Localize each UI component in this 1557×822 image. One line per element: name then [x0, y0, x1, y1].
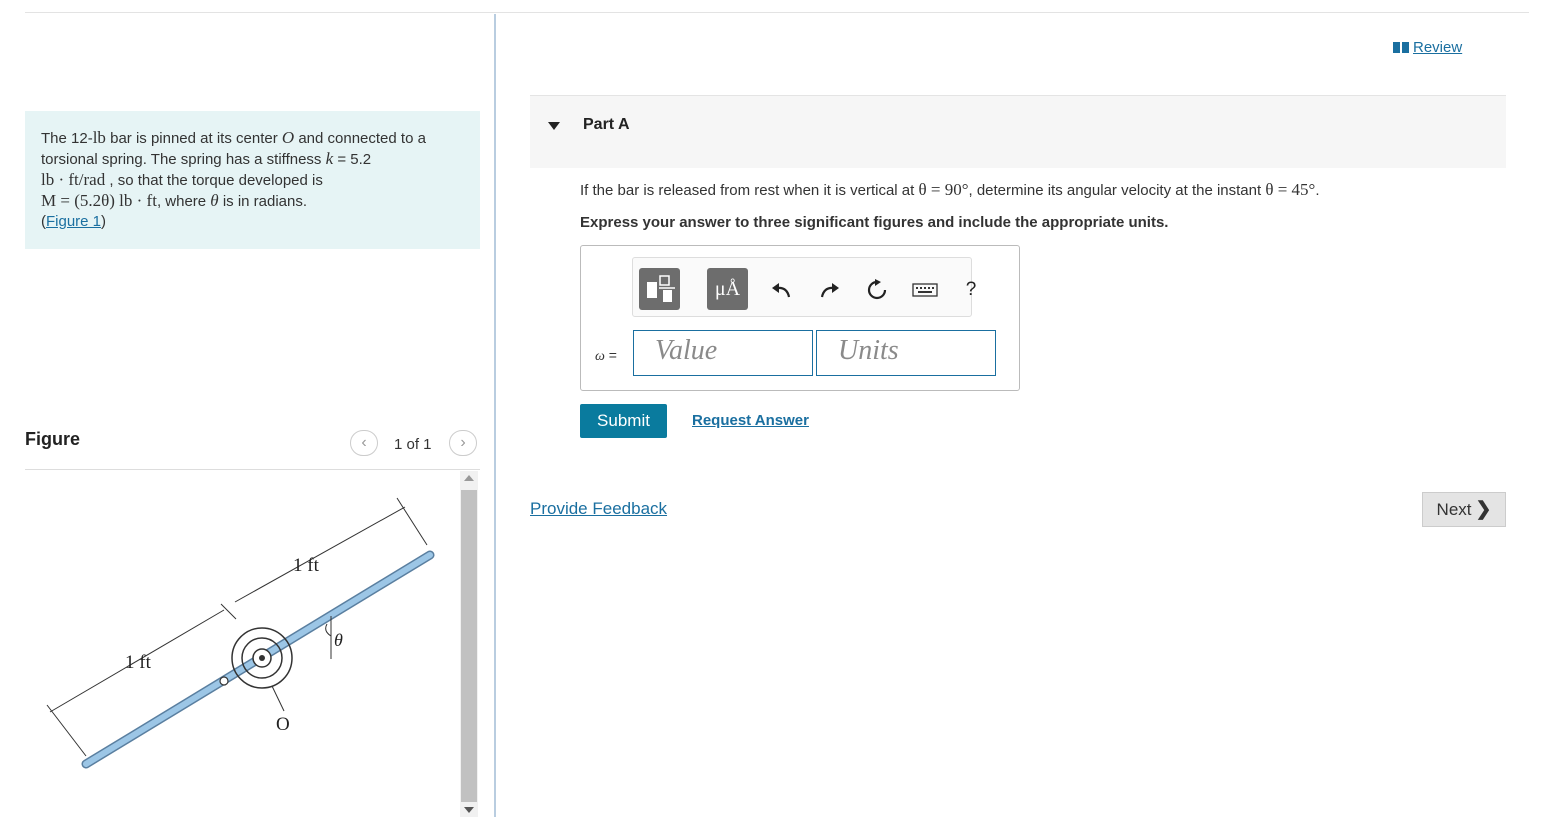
figure-separator [25, 469, 480, 470]
keyboard-button[interactable] [911, 278, 939, 302]
undo-icon [772, 283, 791, 298]
text: torsional spring. The spring has a stiff… [41, 151, 326, 168]
math: lb [92, 128, 106, 147]
text: ) [101, 213, 107, 230]
math: lb · ft/rad [41, 170, 106, 189]
chevron-right-icon: › [460, 434, 466, 451]
problem-statement: The 12-lb bar is pinned at its center O … [25, 111, 480, 249]
math: O [281, 128, 295, 147]
help-icon: ? [965, 279, 977, 300]
value-input[interactable]: Value [633, 330, 813, 376]
figure-image: 1 ft 1 ft O θ [25, 471, 460, 817]
figure-prev-button[interactable]: ‹ [350, 430, 378, 456]
submit-button[interactable]: Submit [580, 404, 667, 438]
collapse-triangle-icon[interactable] [548, 122, 560, 130]
question-text: If the bar is released from rest when it… [580, 180, 1320, 200]
request-answer-link[interactable]: Request Answer [692, 412, 809, 429]
book-icon [1393, 42, 1409, 53]
pane-divider[interactable] [494, 14, 496, 817]
units-icon: μÅ [714, 277, 741, 300]
redo-button[interactable] [818, 278, 842, 302]
text: . [1315, 182, 1320, 199]
leader-line [271, 685, 285, 712]
problem-line-4: M = (5.2θ) lb · ft, where θ is in radian… [41, 191, 464, 212]
angle-arc [325, 623, 332, 637]
problem-line-2: torsional spring. The spring has a stiff… [41, 149, 464, 170]
keyboard-icon [912, 283, 938, 297]
text: If the bar is released from rest when it… [580, 182, 919, 199]
text: = 5.2 [333, 151, 372, 168]
problem-line-1: The 12-lb bar is pinned at its center O … [41, 128, 464, 149]
omega-label: ω = [595, 347, 617, 365]
text: , determine its angular velocity at the … [968, 182, 1266, 199]
math: θ [210, 191, 219, 210]
angle-label: θ [334, 630, 343, 650]
text: and connected to a [294, 130, 426, 147]
part-title: Part A [583, 116, 630, 133]
scroll-thumb[interactable] [461, 490, 477, 802]
provide-feedback-link[interactable]: Provide Feedback [530, 499, 667, 519]
answer-box: μÅ ? ω = Value Units [580, 245, 1020, 391]
bar-spring-diagram: 1 ft 1 ft O θ [46, 497, 435, 769]
figure-pager-count: 1 of 1 [394, 436, 432, 453]
extension-line [396, 497, 428, 546]
top-rule [25, 12, 1529, 13]
part-a-header[interactable]: Part A [530, 95, 1506, 168]
figure-link[interactable]: Figure 1 [46, 213, 101, 230]
math: θ = 90° [918, 180, 969, 199]
dimension-label-upper: 1 ft [293, 555, 320, 576]
instruction-text: Express your answer to three significant… [580, 214, 1169, 231]
text: is in radians. [218, 193, 308, 210]
spring-anchor [219, 676, 229, 686]
units-button[interactable]: μÅ [707, 268, 748, 310]
math: M = (5.2θ) lb · ft [41, 191, 157, 210]
math-toolbar: μÅ ? [632, 257, 976, 317]
pin-center [259, 655, 265, 661]
text: , where [156, 193, 211, 210]
review-label: Review [1413, 39, 1463, 56]
units-input[interactable]: Units [816, 330, 996, 376]
help-button[interactable]: ? [959, 278, 983, 302]
undo-button[interactable] [769, 278, 793, 302]
templates-icon [647, 275, 675, 302]
problem-line-3: lb · ft/rad , so that the torque develop… [41, 170, 464, 191]
extension-line [46, 704, 87, 757]
scroll-up-arrow-icon[interactable] [464, 475, 474, 481]
reset-icon [867, 279, 887, 300]
variable: ω [595, 349, 605, 364]
chevron-right-icon: ❯ [1475, 499, 1492, 520]
tick-mark [220, 603, 237, 620]
text: The 12- [41, 130, 93, 147]
figure-title: Figure [25, 429, 81, 449]
templates-button[interactable] [639, 268, 680, 310]
redo-icon [820, 283, 839, 298]
review-link[interactable]: Review [1393, 39, 1462, 56]
center-label: O [276, 714, 290, 735]
math: θ = 45° [1265, 180, 1316, 199]
reset-button[interactable] [865, 278, 889, 302]
next-button[interactable]: Next ❯ [1422, 492, 1506, 527]
text: , so that the torque developed is [105, 172, 323, 189]
chevron-left-icon: ‹ [361, 434, 367, 451]
text: bar is pinned at its center [105, 130, 282, 147]
scroll-down-arrow-icon[interactable] [464, 807, 474, 813]
figure-next-button[interactable]: › [449, 430, 477, 456]
figure-scrollbar[interactable] [460, 471, 478, 817]
equals-sign: = [604, 347, 617, 363]
problem-line-5: (Figure 1) [41, 212, 464, 232]
next-label: Next [1436, 499, 1472, 519]
dimension-label-lower: 1 ft [125, 652, 152, 673]
